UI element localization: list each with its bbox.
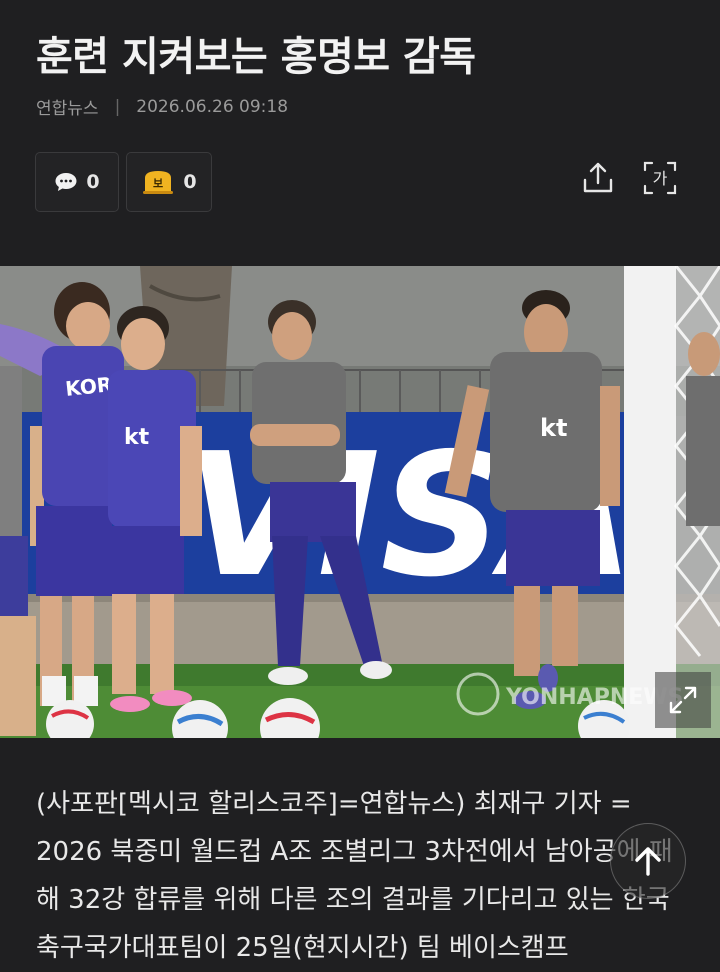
sponsor-logo-2: kt <box>540 414 567 442</box>
font-size-button[interactable]: 가 <box>642 160 678 196</box>
article-meta: 연합뉴스 | 2026.06.26 09:18 <box>36 94 289 120</box>
reaction-badge-icon: 보 <box>143 171 174 194</box>
expand-icon <box>669 686 697 714</box>
comment-button[interactable]: 0 <box>35 152 119 212</box>
article-source[interactable]: 연합뉴스 <box>36 94 99 119</box>
sponsor-logo-1: kt <box>124 425 150 450</box>
reaction-badge-label: 보 <box>153 177 163 190</box>
reaction-count: 0 <box>183 171 197 193</box>
svg-text:가: 가 <box>653 169 668 188</box>
comment-count: 0 <box>86 171 100 193</box>
reaction-button[interactable]: 보 0 <box>126 152 212 212</box>
article-datetime: 2026.06.26 09:18 <box>136 96 289 117</box>
share-icon <box>583 162 613 193</box>
font-size-icon: 가 <box>643 161 677 195</box>
article-headline: 훈련 지켜보는 홍명보 감독 <box>36 34 476 80</box>
expand-photo-button[interactable] <box>655 672 711 728</box>
comment-icon <box>55 173 77 191</box>
article-body: (사포판[멕시코 할리스코주]=연합뉴스) 최재구 기자 = 2026 북중미 … <box>36 789 673 963</box>
share-button[interactable] <box>580 160 616 196</box>
article-photo[interactable]: VISA KOREA kt kt YONHAPNEWS <box>0 266 720 738</box>
meta-separator: | <box>114 96 121 117</box>
scroll-to-top-button[interactable] <box>610 823 686 899</box>
arrow-up-icon <box>635 847 661 876</box>
